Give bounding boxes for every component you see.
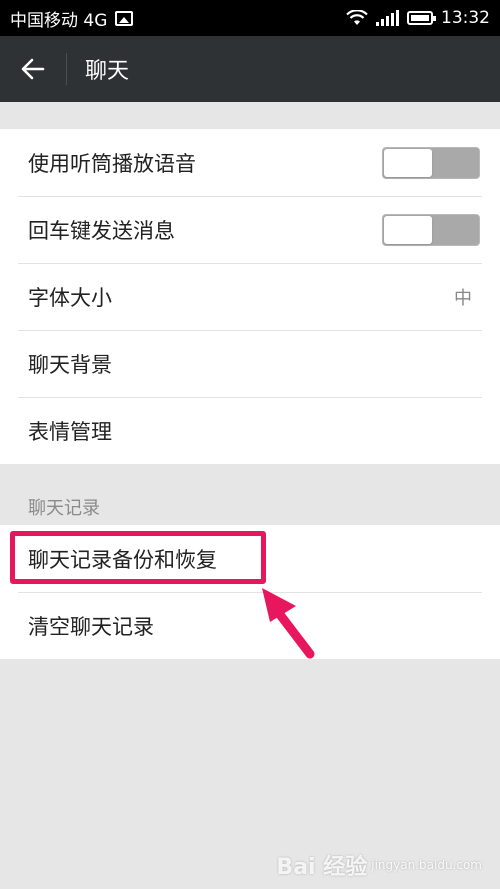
wifi-icon [346,10,368,25]
enter-to-send-toggle[interactable] [382,213,480,246]
setting-label: 使用听筒播放语音 [28,151,196,176]
status-bar: 中国移动 4G 13:32 [0,0,500,36]
toolbar-divider [66,53,67,85]
arrow-left-icon [21,58,45,80]
carrier-label: 中国移动 4G [10,10,108,31]
clock: 13:32 [441,8,490,28]
watermark-text: Bai 经验 [276,855,368,880]
chat-history-backup-restore[interactable]: 聊天记录备份和恢复 [0,525,500,592]
setting-font-size[interactable]: 字体大小 中 [0,263,500,330]
font-size-value: 中 [454,287,472,309]
setting-earpiece-playback[interactable]: 使用听筒播放语音 [0,129,500,196]
chat-history-section: 聊天记录备份和恢复 清空聊天记录 [0,525,500,659]
battery-icon [407,11,436,25]
setting-label: 字体大小 [28,285,112,310]
setting-enter-to-send[interactable]: 回车键发送消息 [0,196,500,263]
setting-label: 清空聊天记录 [28,614,154,639]
watermark-sub: jingyan.baidu.com [371,858,482,872]
chat-history-header: 聊天记录 [28,498,100,519]
toggle-knob [384,148,432,177]
setting-chat-background[interactable]: 聊天背景 [0,330,500,397]
toggle-knob [384,215,432,244]
app-toolbar: 聊天 [0,36,500,102]
settings-section: 使用听筒播放语音 回车键发送消息 字体大小 中 聊天背景 表情管理 [0,129,500,464]
picture-notification-icon [115,10,134,26]
setting-label: 聊天记录备份和恢复 [28,547,217,572]
clear-chat-history[interactable]: 清空聊天记录 [0,592,500,659]
earpiece-playback-toggle[interactable] [382,146,480,179]
setting-label: 回车键发送消息 [28,218,175,243]
setting-label: 表情管理 [28,419,112,444]
watermark: Bai 经验 jingyan.baidu.com [276,849,482,881]
signal-strength-icon [376,10,399,26]
setting-sticker-management[interactable]: 表情管理 [0,397,500,464]
pointer-arrow-icon [262,588,315,659]
back-button[interactable] [0,36,66,102]
setting-label: 聊天背景 [28,352,112,377]
page-title: 聊天 [85,59,130,84]
